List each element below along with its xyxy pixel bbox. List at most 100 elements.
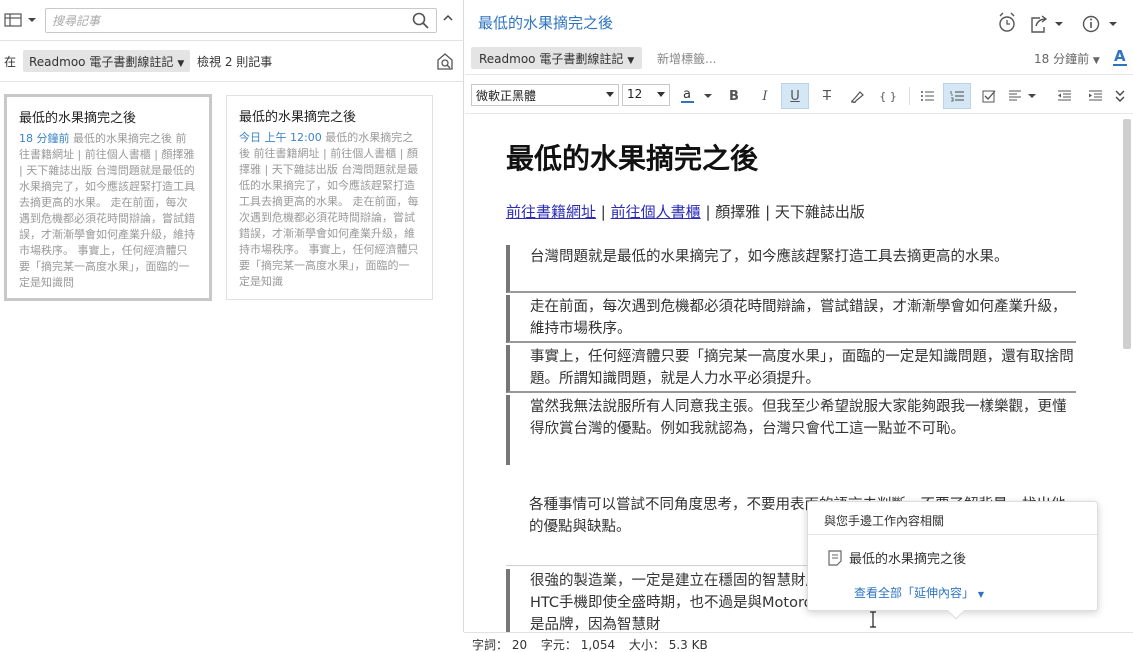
text-cursor-icon [870,611,876,628]
svg-text:A: A [1114,47,1126,65]
evernote-window: 在 Readmoo 電子書劃線註記▼ 檢視 2 則記事 最低的水果摘完之後 18… [0,0,1133,652]
indent-icon [1089,90,1102,101]
view-all-related-link[interactable]: 查看全部「延伸內容」 ▼ [854,584,984,601]
numbered-list-button[interactable] [943,83,971,109]
outdent-icon [1058,90,1071,101]
search-input[interactable] [52,12,402,29]
note-list-filter-bar: 在 Readmoo 電子書劃線註記 ▼ 檢視 2 則記事 [0,41,464,82]
note-source-line: 前往書籍網址 | 前往個人書櫃 | 顏擇雅 | 天下雜誌出版 [506,201,865,222]
chevron-double-down-icon [1115,90,1125,102]
note-meta-bar: Readmoo 電子書劃線註記 ▼ 新增標籤... 18 分鐘前 ▼ A [465,41,1133,75]
related-note-title: 最低的水果摘完之後 [849,552,967,567]
note-notebook-label: Readmoo 電子書劃線註記 [479,52,624,66]
italic-button[interactable]: I [751,83,779,109]
highlight-quote: 事實上，任何經濟體只要「摘完某一高度水果」，面臨的一定是知識問題，還有取捨問題。… [506,345,1076,393]
italic-icon: I [762,88,768,104]
bookshelf-link[interactable]: 前往個人書櫃 [611,203,701,221]
search-box[interactable] [45,8,437,33]
chevron-down-icon: ▼ [627,56,635,66]
note-card-snippet: 今日 上午 12:00 最低的水果摘完之後 前往書籍網址 | 前往個人書櫃 | … [239,130,420,290]
chevron-down-icon: ▼ [1092,56,1100,66]
align-dropdown-button[interactable] [1005,83,1041,109]
author-name: 顏擇雅 [715,203,761,221]
more-formatting-button[interactable] [1110,83,1130,109]
note-card[interactable]: 最低的水果摘完之後 18 分鐘前 最低的水果摘完之後 前往書籍網址 | 前往個人… [4,94,212,301]
font-family-value: 微軟正黑體 [476,89,537,103]
strikethrough-icon: T [823,88,831,104]
indent-button[interactable] [1081,83,1109,109]
chevron-down-icon [606,92,614,97]
publisher-name: 天下雜誌出版 [774,203,865,221]
formatting-toolbar: 微軟正黑體 12 a B I U T { } [465,76,1133,114]
font-color-icon: a [681,87,712,103]
note-card-text: 最低的水果摘完之後 前往書籍網址 | 前往個人書櫃 | 顏擇雅 | 天下雜誌出版… [239,131,419,288]
highlighter-icon [851,91,864,103]
view-options-button[interactable] [3,9,41,31]
font-color-button[interactable]: a [677,83,715,109]
note-title-header[interactable]: 最低的水果摘完之後 [478,12,613,33]
font-size-select[interactable]: 12 [622,84,670,106]
bullet-list-icon [921,91,934,101]
note-action-icons [999,12,1117,33]
code-block-button[interactable]: { } [874,83,902,109]
note-card-text: 最低的水果摘完之後 前往書籍網址 | 前往個人書櫃 | 顏擇雅 | 天下雜誌出版… [19,132,195,289]
separator: | [705,203,711,221]
numbered-list-icon [950,91,964,102]
status-bar: 字詞： 20 字元： 1,054 大小： 5.3 KB [464,632,1133,652]
view-all-label: 查看全部「延伸內容」 [854,586,975,600]
related-note-item[interactable]: 最低的水果摘完之後 [828,548,966,567]
font-size-value: 12 [627,87,643,101]
share-icon[interactable] [1031,15,1063,33]
checkbox-icon [982,90,996,103]
note-size: 大小： 5.3 KB [628,638,708,652]
separator: | [765,203,771,221]
search-icon[interactable] [412,12,430,30]
highlight-quote: 當然我無法說服所有人同意我主張。但我至少希望說服大家能夠跟我一樣樂觀，更懂得欣賞… [506,395,1076,465]
notebook-filter-label: Readmoo 電子書劃線註記 [29,55,174,69]
font-family-select[interactable]: 微軟正黑體 [471,84,619,106]
reminder-alarm-icon[interactable] [999,12,1015,32]
editor-scrollbar[interactable] [1123,119,1131,349]
notebook-filter-dropdown[interactable]: Readmoo 電子書劃線註記 ▼ [23,50,191,72]
book-link[interactable]: 前往書籍網址 [506,203,596,221]
underline-icon: U [790,88,800,104]
note-heading: 最低的水果摘完之後 [506,142,759,175]
align-left-icon [1009,90,1036,101]
grid-view-icon [4,13,36,27]
checkbox-button[interactable] [975,83,1003,109]
modified-time-dropdown[interactable]: 18 分鐘前 ▼ [1034,50,1100,67]
bold-button[interactable]: B [720,83,748,109]
strikethrough-button[interactable]: T [813,83,841,109]
note-count: 檢視 2 則記事 [197,55,273,69]
note-card[interactable]: 最低的水果摘完之後 今日 上午 12:00 最低的水果摘完之後 前往書籍網址 |… [226,95,433,300]
related-content-popup[interactable]: 與您手邊工作內容相關 最低的水果摘完之後 查看全部「延伸內容」 ▼ [807,501,1098,620]
note-editor-pane: 最低的水果摘完之後 Readmoo 電子書劃線註記 ▼ 新增標籤... 18 分… [465,0,1133,632]
note-document-icon [828,549,842,566]
note-notebook-selector[interactable]: Readmoo 電子書劃線註記 ▼ [471,47,643,69]
bulleted-list-button[interactable] [913,83,941,109]
highlight-quote: 台灣問題就是最低的水果摘完了，如今應該趕緊打造工具去摘更高的水果。 [506,245,1076,293]
chevron-down-icon [657,92,665,97]
outdent-button[interactable] [1050,83,1078,109]
chevron-up-icon[interactable] [442,12,454,24]
add-tag-field[interactable]: 新增標籤... [657,50,716,67]
format-text-icon[interactable]: A [1112,47,1128,67]
note-card-snippet: 18 分鐘前 最低的水果摘完之後 前往書籍網址 | 前往個人書櫃 | 顏擇雅 |… [19,131,197,291]
note-card-date: 18 分鐘前 [19,132,70,145]
highlight-button[interactable] [843,83,871,109]
underline-button[interactable]: U [781,83,809,109]
bold-icon: B [729,88,739,104]
svg-text:a: a [683,87,691,102]
highlight-quote: 走在前面，每次遇到危機都必須花時間辯論，嘗試錯誤，才漸漸學會如何產業升級，維持市… [506,295,1076,343]
note-card-title: 最低的水果摘完之後 [19,111,137,126]
note-list-pane: 在 Readmoo 電子書劃線註記▼ 檢視 2 則記事 最低的水果摘完之後 18… [0,0,464,632]
more-options-chevron-icon[interactable] [1109,22,1117,26]
info-icon[interactable] [1082,15,1100,33]
shortcut-search-icon[interactable] [435,52,455,72]
toolbar-divider [909,87,910,105]
note-body-editor[interactable]: 最低的水果摘完之後 前往書籍網址 | 前往個人書櫃 | 顏擇雅 | 天下雜誌出版… [465,115,1133,632]
note-card-date: 今日 上午 12:00 [239,131,322,144]
modified-time-label: 18 分鐘前 [1034,52,1090,66]
word-count: 字詞： 20 [472,638,528,652]
chevron-down-icon: ▼ [177,59,185,69]
